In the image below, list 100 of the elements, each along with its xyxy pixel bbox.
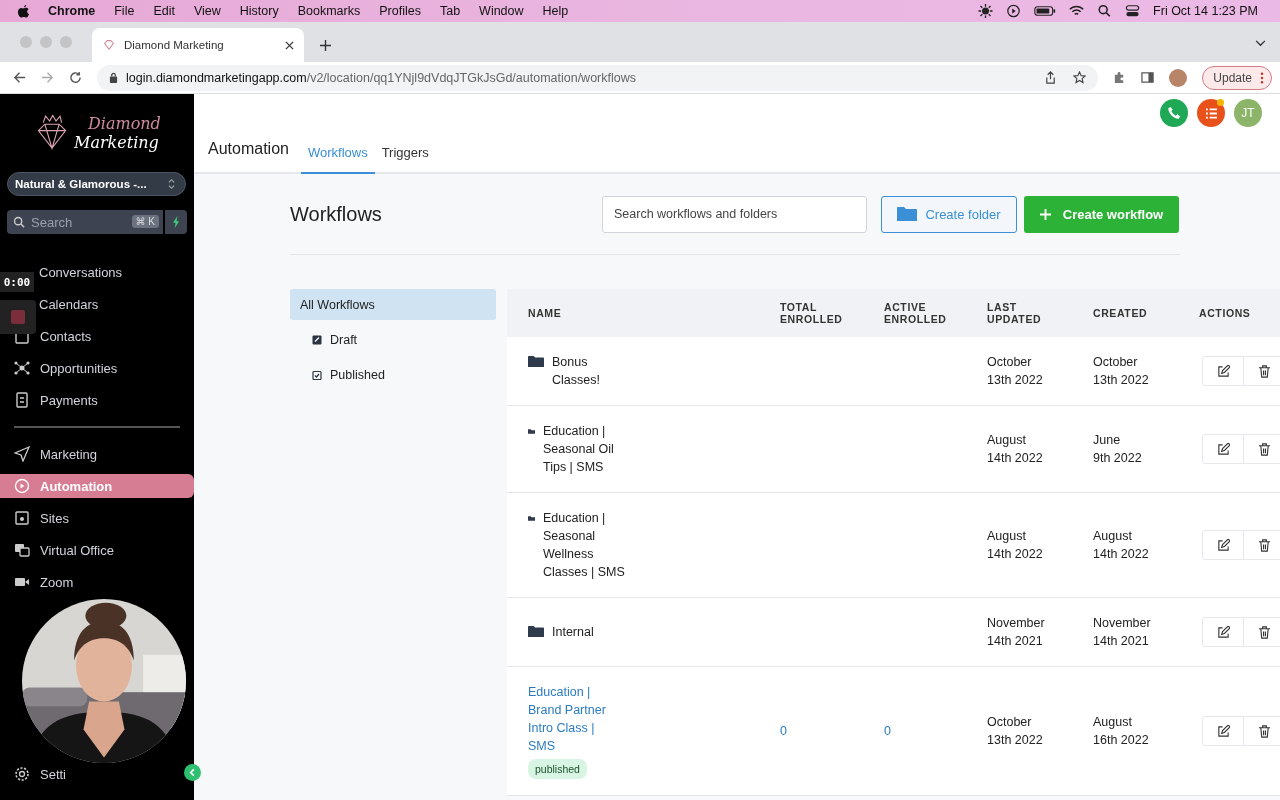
apple-logo-icon[interactable] — [17, 3, 30, 19]
delete-button[interactable] — [1244, 434, 1280, 464]
reload-icon[interactable] — [69, 71, 82, 84]
date-cell: October 13th 2022 — [987, 715, 1043, 747]
browser-tab[interactable]: Diamond Marketing — [92, 28, 304, 62]
folder-name[interactable]: Internal — [552, 623, 634, 641]
collapse-button[interactable] — [184, 764, 201, 781]
profile-avatar[interactable] — [1169, 68, 1188, 87]
folder-name[interactable]: Bonus Classes! — [552, 353, 634, 389]
share-icon[interactable] — [1044, 71, 1058, 84]
edit-button[interactable] — [1202, 716, 1244, 746]
filter-item[interactable]: Published — [290, 359, 496, 390]
play-icon[interactable] — [1006, 4, 1022, 18]
delete-button[interactable] — [1244, 356, 1280, 386]
folder-name[interactable]: Education | Seasonal Wellness Classes | SMS — [543, 509, 625, 581]
edit-icon — [1216, 442, 1230, 456]
menu-item[interactable]: History — [239, 4, 279, 18]
menu-clock[interactable]: Fri Oct 14 1:23 PM — [1153, 4, 1258, 18]
menu-item[interactable]: Edit — [153, 4, 175, 18]
brand-logo: Diamond Marketing — [32, 108, 162, 158]
toggle-icon[interactable] — [1125, 4, 1141, 18]
shortcut-badge: ⌘ K — [131, 215, 159, 228]
sidebar-item[interactable]: Setti — [0, 762, 70, 786]
delete-button[interactable] — [1244, 617, 1280, 647]
sidebar-item[interactable]: Marketing — [0, 442, 194, 466]
chevron-down-icon[interactable] — [1255, 40, 1266, 47]
close-icon[interactable] — [285, 40, 294, 50]
back-icon[interactable] — [13, 71, 26, 84]
folder-icon — [528, 515, 535, 521]
count-cell[interactable]: 0 — [780, 724, 787, 738]
edit-icon — [1216, 724, 1230, 738]
menu-item[interactable]: File — [114, 4, 135, 18]
menu-item[interactable]: Tab — [439, 4, 461, 18]
sidebar-item[interactable]: Sites — [0, 506, 194, 530]
column-header: CREATED — [1093, 307, 1148, 319]
tab[interactable]: Workflows — [300, 145, 375, 174]
folder-icon — [897, 206, 918, 222]
menu-item[interactable]: Profiles — [379, 4, 421, 18]
trash-icon — [1258, 538, 1271, 552]
status-badge: published — [528, 759, 587, 779]
sidepanel-icon[interactable] — [1141, 71, 1155, 84]
list-icon — [1204, 107, 1218, 119]
count-cell[interactable]: 0 — [884, 724, 891, 738]
wifi-icon[interactable] — [1069, 4, 1085, 18]
payment-icon — [14, 392, 30, 408]
sidebar-item[interactable]: Payments — [0, 388, 194, 412]
search-field[interactable]: Search workflows and folders — [602, 195, 867, 233]
network-icon — [14, 360, 30, 376]
filter-item[interactable]: Draft — [290, 324, 496, 355]
edit-button[interactable] — [1202, 356, 1244, 386]
sidebar-item[interactable]: Virtual Office — [0, 538, 194, 562]
trash-icon — [1258, 442, 1271, 456]
account-switcher[interactable]: Natural & Glamorous -... — [7, 172, 186, 196]
edit-button[interactable] — [1202, 434, 1244, 464]
sun-icon[interactable] — [978, 4, 994, 18]
menu-item[interactable]: Bookmarks — [297, 4, 361, 18]
search-icon[interactable] — [1097, 4, 1113, 18]
play-icon — [14, 478, 30, 494]
sidebar-item[interactable]: Opportunities — [0, 356, 194, 380]
recording-timer: 0:00 — [0, 272, 34, 292]
column-header: NAME — [528, 307, 562, 319]
plus-icon[interactable] — [320, 40, 331, 51]
workflow-link[interactable]: Education | Brand Partner Intro Class | SMS — [528, 683, 610, 755]
date-cell: August 16th 2022 — [1093, 715, 1149, 747]
phone-button[interactable] — [1160, 99, 1188, 127]
sidebar-item[interactable]: Zoom — [0, 570, 194, 594]
sidebar-item[interactable]: Conversations — [39, 260, 194, 284]
plus-icon — [1039, 208, 1051, 220]
menu-item[interactable]: View — [193, 4, 221, 18]
battery-icon[interactable] — [1034, 4, 1057, 18]
edit-note-icon — [312, 334, 322, 345]
update-button[interactable]: Update — [1202, 65, 1272, 90]
date-cell: November 14th 2021 — [987, 616, 1045, 648]
page-title: Automation — [208, 140, 289, 158]
menu-item[interactable]: Help — [542, 4, 569, 18]
sidebar-item[interactable]: Calendars — [39, 292, 194, 316]
search-icon — [13, 216, 25, 228]
folder-name[interactable]: Education | Seasonal Oil Tips | SMS — [543, 422, 625, 476]
menu-item[interactable]: Window — [479, 4, 524, 18]
date-cell: August 14th 2022 — [1093, 529, 1149, 561]
column-header: TOTAL ENROLLED — [780, 301, 844, 325]
edit-button[interactable] — [1202, 530, 1244, 560]
column-header: ACTIVE ENROLLED — [884, 301, 948, 325]
folder-icon — [528, 428, 535, 434]
menu-item[interactable]: Chrome — [48, 4, 96, 18]
quick-action-button[interactable] — [165, 210, 187, 234]
tab[interactable]: Triggers — [374, 145, 436, 174]
delete-button[interactable] — [1244, 530, 1280, 560]
lightning-icon — [171, 216, 181, 228]
edit-icon — [1216, 625, 1230, 639]
section-title: Workflows — [290, 202, 383, 226]
star-icon[interactable] — [1073, 71, 1087, 84]
tasks-button[interactable] — [1197, 99, 1225, 127]
filter-item[interactable]: All Workflows — [290, 289, 496, 320]
date-cell: August 14th 2022 — [987, 529, 1043, 561]
more-icon — [1260, 71, 1264, 84]
folder-icon — [528, 625, 544, 638]
delete-button[interactable] — [1244, 716, 1280, 746]
edit-button[interactable] — [1202, 617, 1244, 647]
address-field[interactable]: login.diamondmarketingapp.com/v2/location/qq1YNjl9dVdqJTGkJsGd/automation/workflows — [97, 64, 1099, 91]
